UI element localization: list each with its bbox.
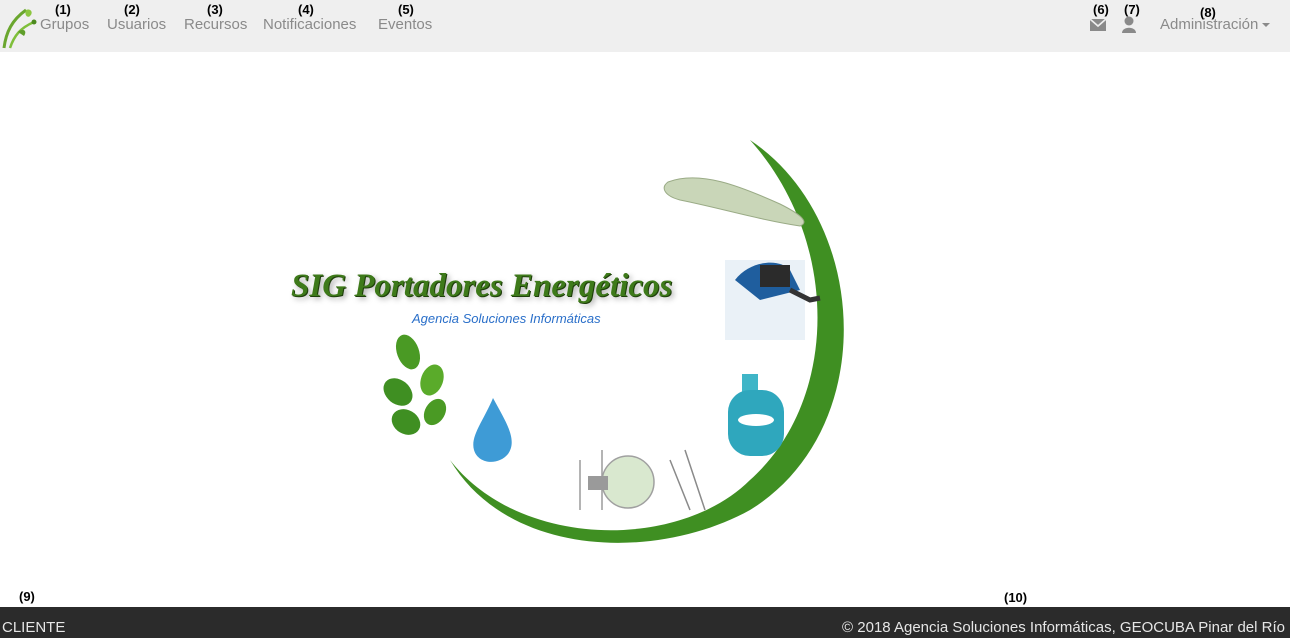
footer-bar: CLIENTE © 2018 Agencia Soluciones Inform… bbox=[0, 607, 1290, 638]
nav-item-grupos[interactable]: Grupos bbox=[40, 16, 89, 33]
envelope-icon[interactable] bbox=[1090, 15, 1106, 35]
marker-4: (4) bbox=[298, 2, 314, 17]
chevron-down-icon bbox=[1262, 23, 1271, 28]
app-logo-icon[interactable] bbox=[0, 2, 40, 50]
marker-5: (5) bbox=[398, 2, 414, 17]
marker-9: (9) bbox=[19, 589, 35, 604]
nav-item-eventos[interactable]: Eventos bbox=[378, 16, 432, 33]
hero-graphic bbox=[383, 140, 844, 543]
fuel-nozzle-icon bbox=[725, 260, 821, 340]
admin-dropdown-label: Administración bbox=[1160, 16, 1259, 33]
admin-dropdown[interactable]: Administración bbox=[1160, 16, 1271, 33]
marker-10: (10) bbox=[1004, 590, 1028, 605]
marker-3: (3) bbox=[207, 2, 223, 17]
footer-copyright: © 2018 Agencia Soluciones Informáticas, … bbox=[842, 619, 1285, 636]
hero-title: SIG Portadores Energéticos bbox=[291, 268, 673, 304]
footer-client-label[interactable]: CLIENTE bbox=[2, 619, 65, 636]
user-icon[interactable] bbox=[1122, 15, 1136, 35]
nav-item-recursos[interactable]: Recursos bbox=[184, 16, 247, 33]
water-drop-icon bbox=[473, 398, 512, 462]
nav-item-usuarios[interactable]: Usuarios bbox=[107, 16, 166, 33]
gas-cylinder-icon bbox=[728, 374, 784, 456]
marker-2: (2) bbox=[124, 2, 140, 17]
hero-subtitle: Agencia Soluciones Informáticas bbox=[412, 311, 601, 326]
marker-1: (1) bbox=[55, 2, 71, 17]
nav-item-notificaciones[interactable]: Notificaciones bbox=[263, 16, 356, 33]
leaves-icon bbox=[383, 334, 447, 435]
lightbulb-icon bbox=[579, 449, 706, 511]
top-navbar: (1) (2) (3) (4) (5) (6) (7) (8) Grupos U… bbox=[0, 0, 1290, 52]
